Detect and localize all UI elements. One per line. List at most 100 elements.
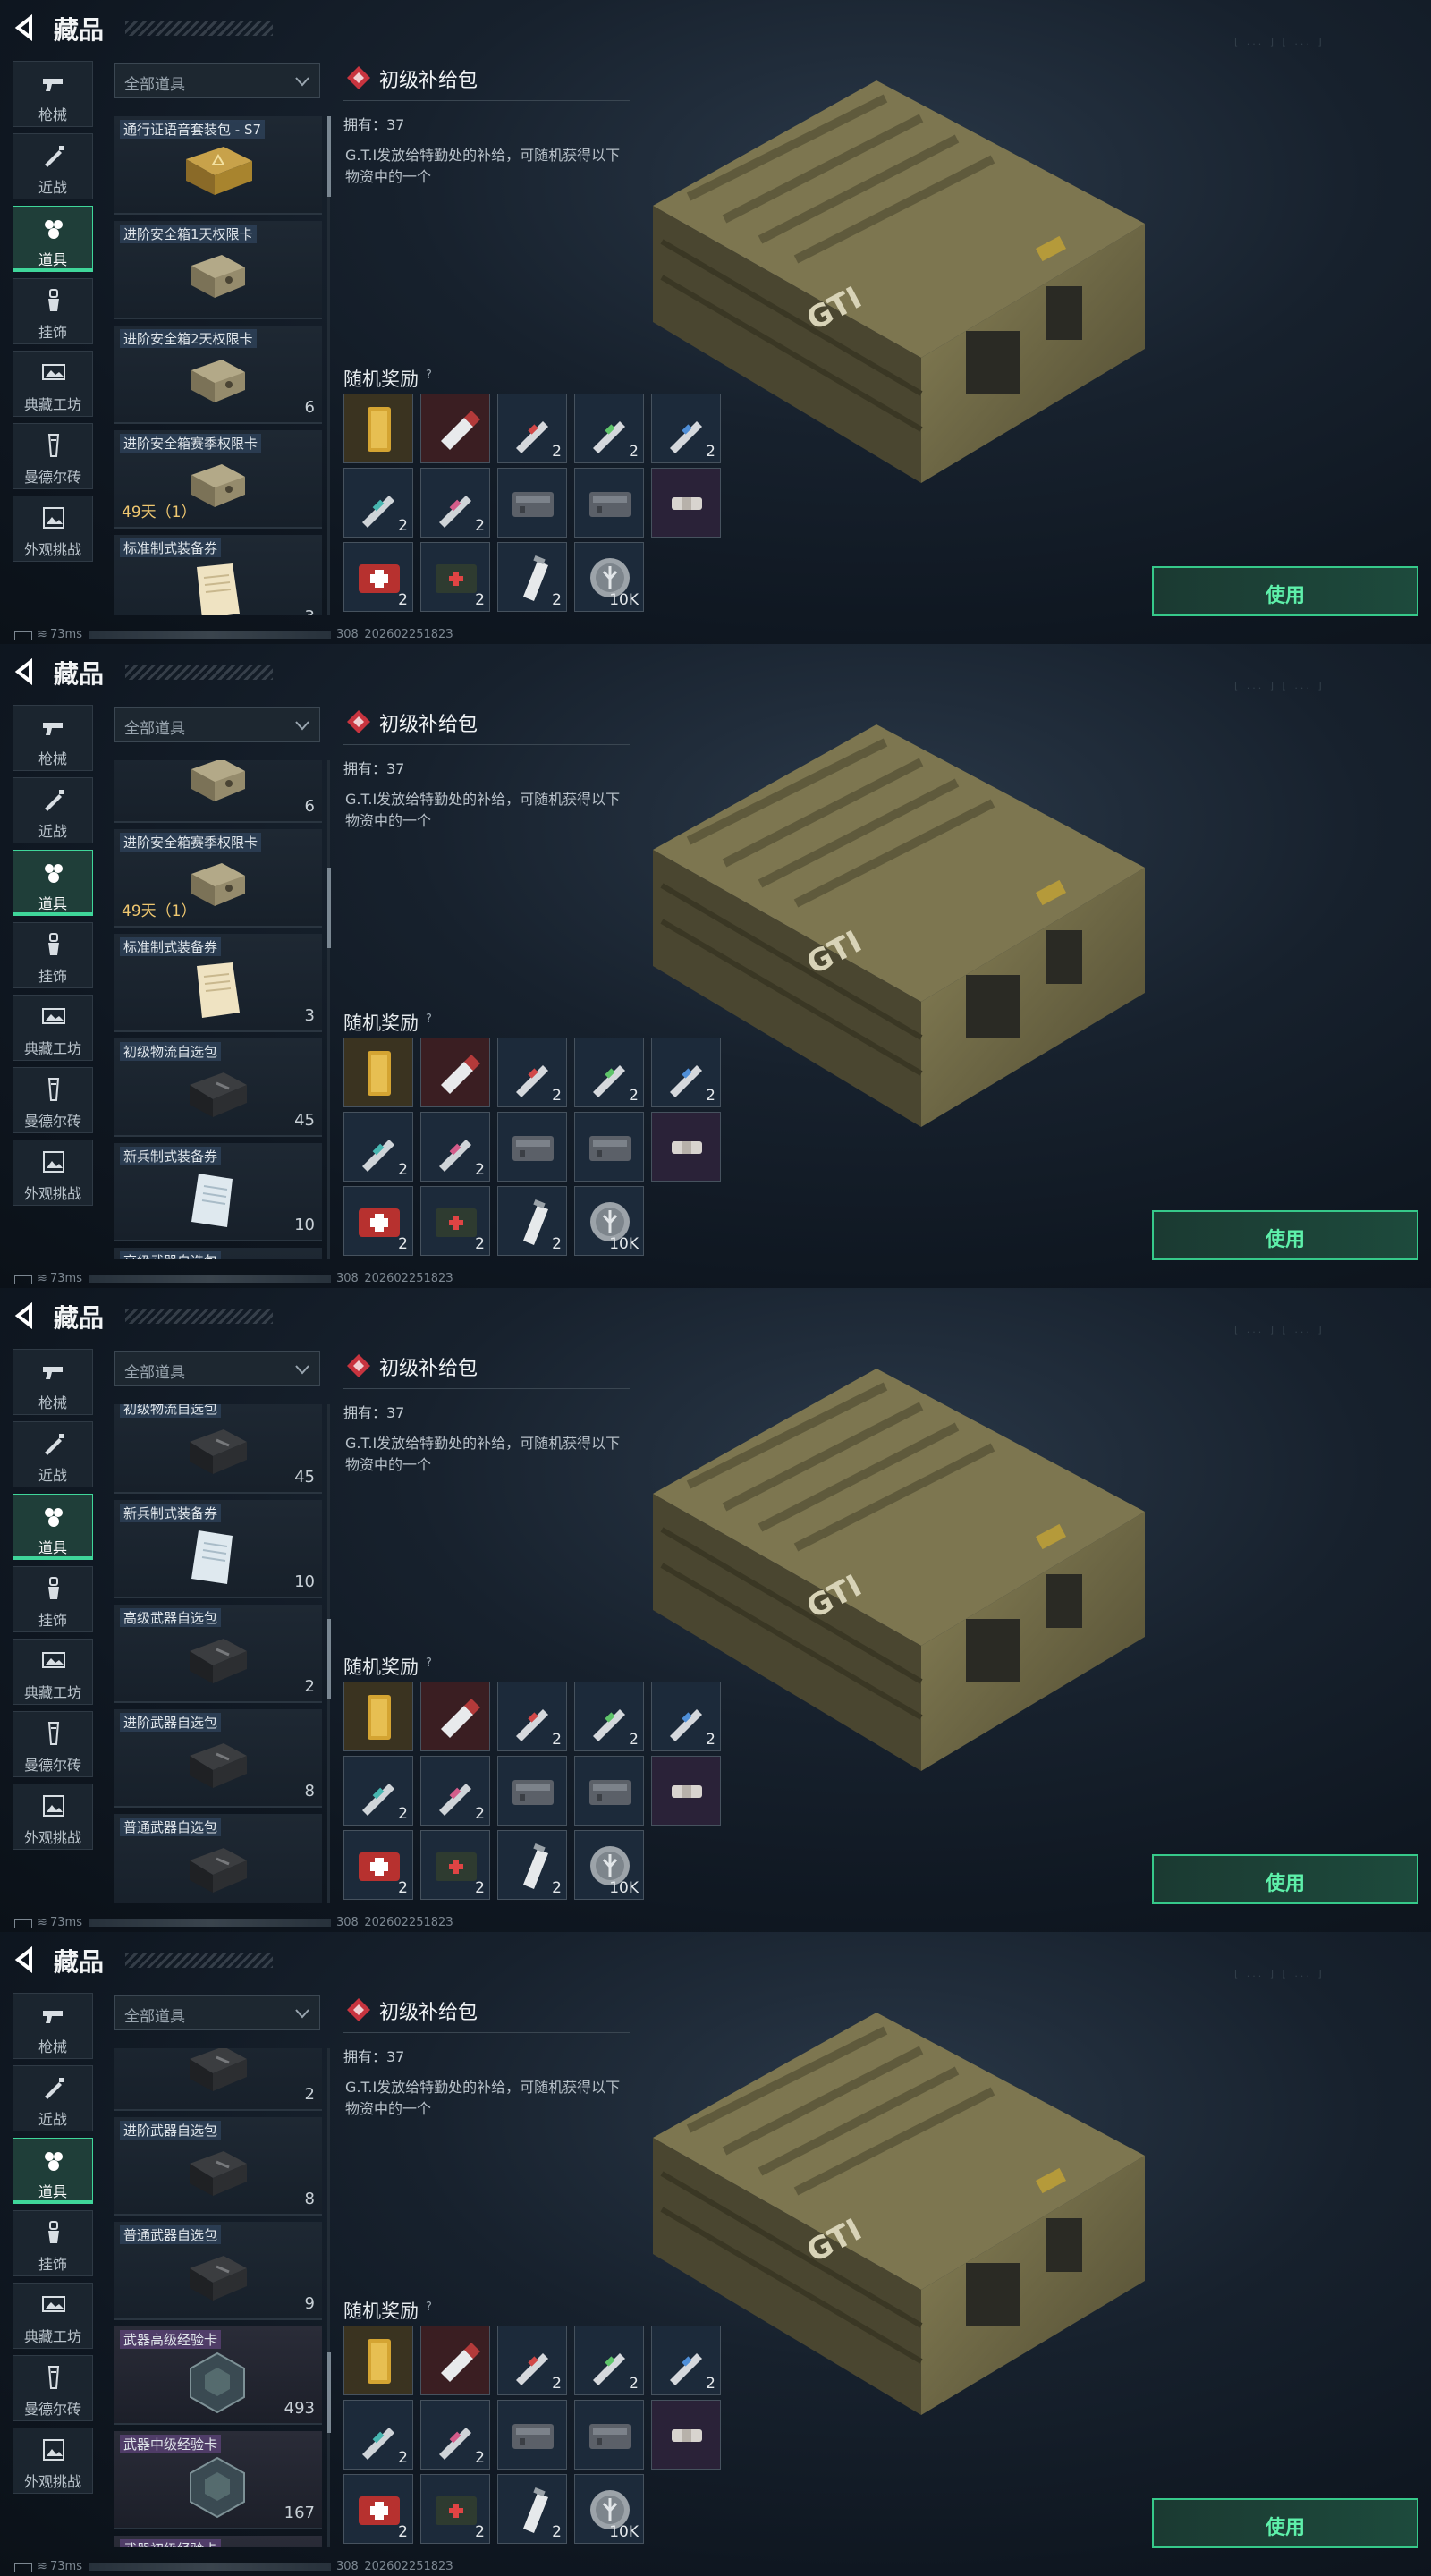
category-tab[interactable]: 外观挑战 bbox=[13, 1784, 93, 1850]
help-icon[interactable]: ? bbox=[426, 2301, 440, 2315]
list-item[interactable]: 标准制式装备券 3 bbox=[114, 934, 322, 1032]
list-item[interactable]: 武器初级经验卡 bbox=[114, 2536, 322, 2547]
reward-slot[interactable] bbox=[343, 2326, 413, 2395]
reward-slot[interactable]: 2 bbox=[574, 1038, 644, 1107]
reward-slot[interactable] bbox=[574, 1756, 644, 1826]
reward-slot[interactable]: 10K bbox=[574, 1830, 644, 1900]
use-button[interactable]: 使用 bbox=[1152, 2498, 1418, 2548]
list-item[interactable]: 武器高级经验卡 493 bbox=[114, 2326, 322, 2425]
reward-slot[interactable] bbox=[651, 1112, 721, 1182]
filter-dropdown[interactable]: 全部道具 bbox=[114, 1995, 320, 2030]
category-tab[interactable]: 枪械 bbox=[13, 1993, 93, 2059]
category-tab[interactable]: 典藏工坊 bbox=[13, 351, 93, 417]
reward-slot[interactable]: 10K bbox=[574, 1186, 644, 1256]
back-arrow-icon[interactable] bbox=[13, 1945, 39, 1974]
list-item[interactable]: 进阶武器自选包 8 bbox=[114, 1709, 322, 1808]
reward-slot[interactable]: 2 bbox=[343, 542, 413, 612]
reward-slot[interactable] bbox=[343, 1682, 413, 1751]
reward-slot[interactable] bbox=[497, 1112, 567, 1182]
filter-dropdown[interactable]: 全部道具 bbox=[114, 707, 320, 742]
list-item[interactable]: 初级物流自选包 45 bbox=[114, 1038, 322, 1137]
reward-slot[interactable]: 2 bbox=[343, 2474, 413, 2544]
reward-slot[interactable]: 2 bbox=[497, 1186, 567, 1256]
reward-slot[interactable] bbox=[497, 2400, 567, 2470]
category-tab[interactable]: 近战 bbox=[13, 1421, 93, 1487]
reward-slot[interactable]: 2 bbox=[497, 2474, 567, 2544]
category-tab[interactable]: 挂饰 bbox=[13, 278, 93, 344]
use-button[interactable]: 使用 bbox=[1152, 1210, 1418, 1260]
category-tab[interactable]: 近战 bbox=[13, 777, 93, 843]
list-item[interactable]: 新兵制式装备券 10 bbox=[114, 1500, 322, 1598]
reward-slot[interactable] bbox=[420, 1038, 490, 1107]
reward-slot[interactable] bbox=[574, 468, 644, 538]
category-tab[interactable]: 道具 bbox=[13, 206, 93, 272]
list-item[interactable]: 初级物流自选包 45 bbox=[114, 1404, 322, 1494]
reward-slot[interactable]: 2 bbox=[497, 394, 567, 463]
use-button[interactable]: 使用 bbox=[1152, 566, 1418, 616]
list-item[interactable]: 新兵制式装备券 10 bbox=[114, 1143, 322, 1241]
reward-slot[interactable]: 2 bbox=[651, 394, 721, 463]
reward-slot[interactable] bbox=[651, 1756, 721, 1826]
reward-slot[interactable]: 2 bbox=[420, 468, 490, 538]
help-icon[interactable]: ? bbox=[426, 1657, 440, 1671]
reward-slot[interactable]: 2 bbox=[574, 2326, 644, 2395]
list-item[interactable]: 通行证语音套装包 - S7 bbox=[114, 116, 322, 215]
category-tab[interactable]: 外观挑战 bbox=[13, 1140, 93, 1206]
reward-slot[interactable] bbox=[343, 1038, 413, 1107]
reward-slot[interactable]: 2 bbox=[651, 2326, 721, 2395]
reward-slot[interactable] bbox=[651, 2400, 721, 2470]
back-arrow-icon[interactable] bbox=[13, 13, 39, 42]
reward-slot[interactable]: 10K bbox=[574, 2474, 644, 2544]
category-tab[interactable]: 枪械 bbox=[13, 61, 93, 127]
reward-slot[interactable]: 2 bbox=[497, 1682, 567, 1751]
reward-slot[interactable]: 2 bbox=[420, 1830, 490, 1900]
list-scrollbar-thumb[interactable] bbox=[327, 2352, 331, 2433]
reward-slot[interactable] bbox=[497, 468, 567, 538]
list-item[interactable]: 进阶安全箱赛季权限卡 49天（1） bbox=[114, 829, 322, 928]
list-item[interactable]: 2 bbox=[114, 2048, 322, 2111]
category-tab[interactable]: 近战 bbox=[13, 133, 93, 199]
category-tab[interactable]: 近战 bbox=[13, 2065, 93, 2131]
reward-slot[interactable]: 2 bbox=[574, 1682, 644, 1751]
category-tab[interactable]: 曼德尔砖 bbox=[13, 1711, 93, 1777]
reward-slot[interactable]: 2 bbox=[420, 2474, 490, 2544]
category-tab[interactable]: 道具 bbox=[13, 850, 93, 916]
list-item[interactable]: 高级武器自选包 2 bbox=[114, 1605, 322, 1703]
filter-dropdown[interactable]: 全部道具 bbox=[114, 63, 320, 98]
category-tab[interactable]: 挂饰 bbox=[13, 922, 93, 988]
category-tab[interactable]: 枪械 bbox=[13, 1349, 93, 1415]
reward-slot[interactable]: 2 bbox=[497, 2326, 567, 2395]
reward-slot[interactable]: 2 bbox=[497, 1830, 567, 1900]
list-item[interactable]: 高级武器自选包 bbox=[114, 1248, 322, 1259]
reward-slot[interactable]: 2 bbox=[574, 394, 644, 463]
list-scrollbar-thumb[interactable] bbox=[327, 868, 331, 948]
category-tab[interactable]: 典藏工坊 bbox=[13, 1639, 93, 1705]
help-icon[interactable]: ? bbox=[426, 369, 440, 383]
reward-slot[interactable]: 2 bbox=[420, 2400, 490, 2470]
reward-slot[interactable] bbox=[420, 394, 490, 463]
list-item[interactable]: 进阶安全箱1天权限卡 bbox=[114, 221, 322, 319]
reward-slot[interactable]: 2 bbox=[343, 2400, 413, 2470]
reward-slot[interactable]: 2 bbox=[343, 1112, 413, 1182]
reward-slot[interactable] bbox=[420, 2326, 490, 2395]
list-item[interactable]: 普通武器自选包 9 bbox=[114, 2222, 322, 2320]
reward-slot[interactable]: 2 bbox=[343, 1186, 413, 1256]
list-item[interactable]: 6 bbox=[114, 760, 322, 823]
reward-slot[interactable]: 2 bbox=[420, 542, 490, 612]
help-icon[interactable]: ? bbox=[426, 1013, 440, 1027]
reward-slot[interactable]: 2 bbox=[420, 1186, 490, 1256]
reward-slot[interactable] bbox=[574, 2400, 644, 2470]
list-scrollbar-thumb[interactable] bbox=[327, 116, 331, 197]
category-tab[interactable]: 枪械 bbox=[13, 705, 93, 771]
category-tab[interactable]: 曼德尔砖 bbox=[13, 2355, 93, 2421]
category-tab[interactable]: 典藏工坊 bbox=[13, 2283, 93, 2349]
reward-slot[interactable]: 2 bbox=[497, 1038, 567, 1107]
reward-slot[interactable]: 2 bbox=[651, 1682, 721, 1751]
back-arrow-icon[interactable] bbox=[13, 1301, 39, 1330]
list-item[interactable]: 进阶安全箱赛季权限卡 49天（1） bbox=[114, 430, 322, 529]
reward-slot[interactable] bbox=[574, 1112, 644, 1182]
reward-slot[interactable]: 2 bbox=[343, 1830, 413, 1900]
category-tab[interactable]: 曼德尔砖 bbox=[13, 423, 93, 489]
list-item[interactable]: 进阶武器自选包 8 bbox=[114, 2117, 322, 2216]
back-arrow-icon[interactable] bbox=[13, 657, 39, 686]
